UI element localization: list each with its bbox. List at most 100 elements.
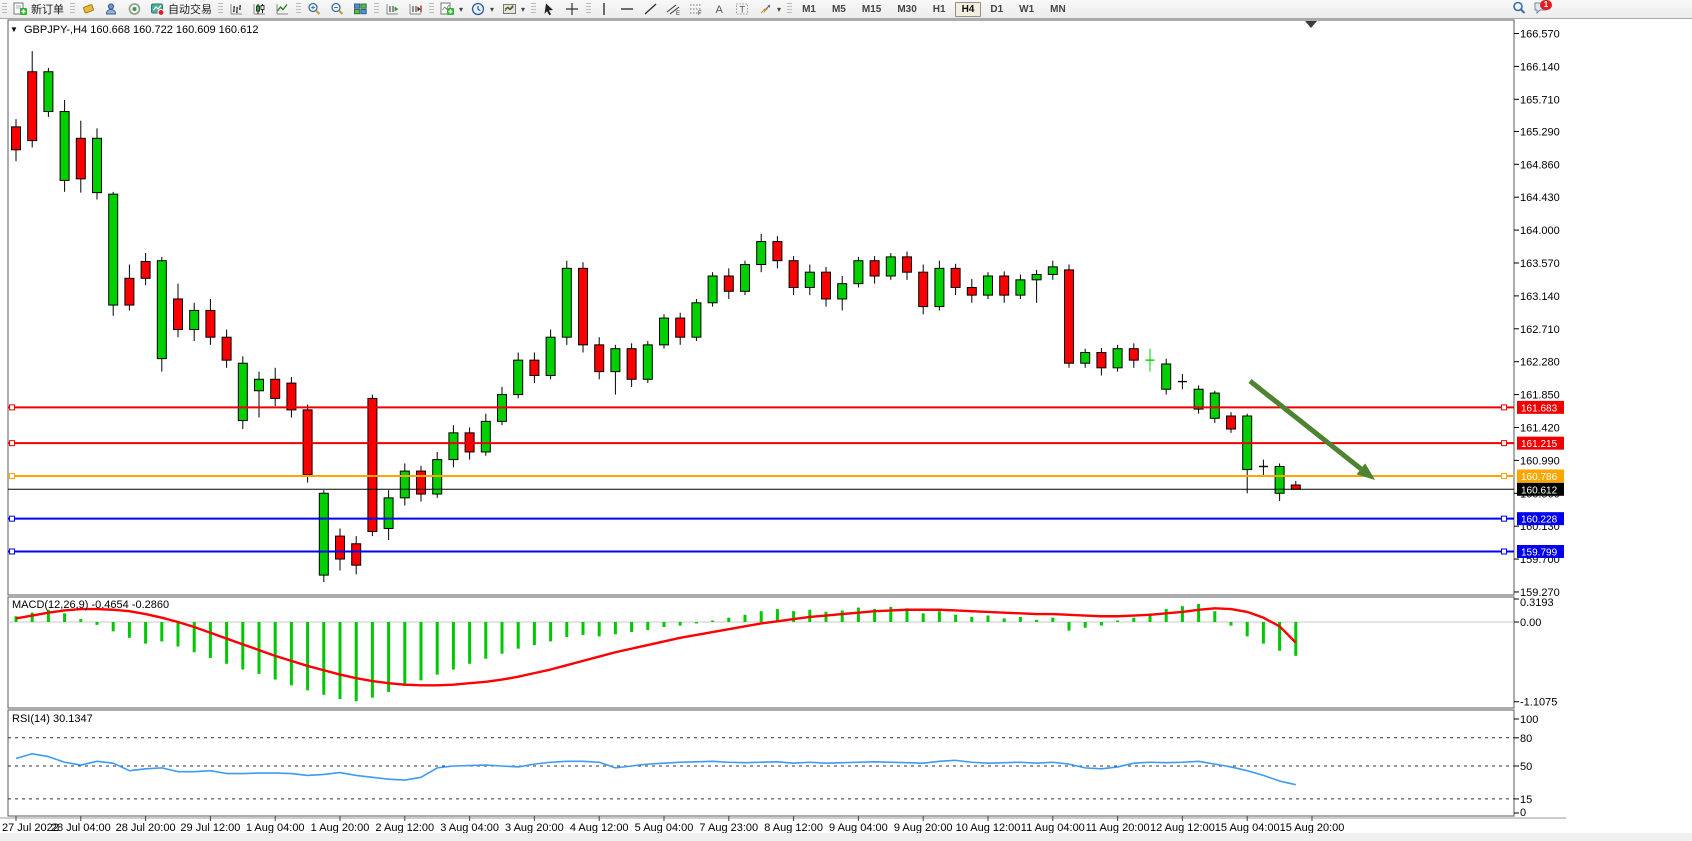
time-tick-label: 28 Jul 20:00 (116, 822, 176, 834)
bear-candle (417, 471, 426, 494)
arrows-button[interactable]: ▾ (754, 0, 785, 18)
bear-candle (530, 360, 539, 375)
bull-candle (93, 138, 102, 192)
channel-button[interactable]: E (662, 0, 685, 18)
bull-candle (238, 363, 247, 420)
price-tick-label: 164.860 (1520, 159, 1560, 171)
cursor-icon (542, 2, 557, 16)
bull-candle (514, 360, 523, 394)
zoom-in-button[interactable] (303, 0, 326, 18)
bull-candle (1032, 274, 1041, 279)
timeframe-button-m15[interactable]: M15 (855, 2, 888, 17)
trendline-icon (643, 2, 658, 16)
toolbar-grip[interactable] (374, 3, 379, 15)
bull-candle (1162, 364, 1171, 389)
search-icon[interactable] (1512, 1, 1527, 18)
toolbar-grip[interactable] (787, 3, 792, 15)
line-handle[interactable] (10, 473, 15, 478)
chart-menu-triangle-icon[interactable]: ▼ (10, 25, 18, 34)
cursor-button[interactable] (538, 0, 561, 18)
periods-icon (471, 2, 486, 16)
new-order-button[interactable]: 新订单 (9, 0, 68, 18)
toolbar-grip[interactable] (531, 3, 536, 15)
toolbar-grip[interactable] (70, 3, 75, 15)
chart-window[interactable]: 166.570166.140165.710165.290164.860164.4… (0, 0, 1692, 841)
macd-label: MACD(12,26,9) -0.4654 -0.2860 (12, 599, 169, 611)
periods-button[interactable]: ▾ (467, 0, 498, 18)
bear-candle (141, 261, 150, 278)
line-handle[interactable] (10, 441, 15, 446)
time-tick-label: 8 Aug 12:00 (764, 822, 823, 834)
rsi-scale-label: 0 (1520, 807, 1526, 819)
chevron-down-icon[interactable]: ▾ (521, 5, 525, 14)
price-tick-label: 164.000 (1520, 225, 1560, 237)
crosshair-button[interactable] (561, 0, 584, 18)
horizontal-line-button[interactable] (616, 0, 639, 18)
label-button[interactable]: T (731, 0, 754, 18)
timeframe-button-h4[interactable]: H4 (955, 2, 982, 17)
timeframe-button-m30[interactable]: M30 (890, 2, 923, 17)
vertical-line-icon (597, 2, 612, 16)
toolbar-grip[interactable] (429, 3, 434, 15)
time-tick-label: 4 Aug 12:00 (570, 822, 629, 834)
line-handle[interactable] (1502, 441, 1507, 446)
profile-button[interactable] (100, 0, 123, 18)
text-button[interactable]: A (708, 0, 731, 18)
bull-candle (1194, 389, 1203, 409)
timeframe-button-m5[interactable]: M5 (825, 2, 853, 17)
line-handle[interactable] (1502, 473, 1507, 478)
toolbar-grip[interactable] (218, 3, 223, 15)
fibonacci-button[interactable]: F (685, 0, 708, 18)
tile-windows-button[interactable] (349, 0, 372, 18)
main-pane[interactable] (8, 20, 1514, 595)
bull-candle (643, 345, 652, 379)
rsi-scale-label: 15 (1520, 794, 1532, 806)
line-handle[interactable] (10, 405, 15, 410)
bear-candle (903, 257, 912, 272)
line-handle[interactable] (1502, 516, 1507, 521)
bottom-strip (0, 833, 1692, 841)
chevron-down-icon[interactable]: ▾ (459, 5, 463, 14)
bar-chart-button[interactable] (225, 0, 248, 18)
line-handle[interactable] (10, 516, 15, 521)
vertical-line-button[interactable] (593, 0, 616, 18)
notifications-icon[interactable]: 1 (1533, 1, 1548, 18)
toolbar-grip[interactable] (586, 3, 591, 15)
toolbar-grip[interactable] (296, 3, 301, 15)
timeframe-button-w1[interactable]: W1 (1012, 2, 1041, 17)
timeframe-button-d1[interactable]: D1 (983, 2, 1010, 17)
styles-button[interactable] (77, 0, 100, 18)
indicators-button[interactable]: ▾ (436, 0, 467, 18)
candlestick-button[interactable] (248, 0, 271, 18)
time-axis[interactable]: 27 Jul 202228 Jul 04:0028 Jul 20:0029 Ju… (0, 816, 1692, 841)
price-badge-label: 160.612 (1521, 485, 1558, 496)
bear-candle (967, 287, 976, 295)
chart-shift-button[interactable] (404, 0, 427, 18)
autotrade-button[interactable]: 自动交易 (146, 0, 216, 18)
timeframe-button-mn[interactable]: MN (1043, 2, 1073, 17)
bear-candle (789, 261, 798, 288)
line-handle[interactable] (1502, 549, 1507, 554)
sound-button[interactable] (123, 0, 146, 18)
svg-text:A: A (716, 4, 724, 16)
time-tick-label: 28 Jul 04:00 (51, 822, 111, 834)
autotrade-button-label: 自动交易 (168, 1, 212, 17)
trendline-button[interactable] (639, 0, 662, 18)
toolbar-grip[interactable] (2, 3, 7, 15)
bull-candle (1016, 280, 1025, 295)
templates-button[interactable]: ▾ (498, 0, 529, 18)
auto-scroll-button[interactable] (381, 0, 404, 18)
zoom-out-icon (330, 2, 345, 16)
price-tick-label: 163.140 (1520, 291, 1560, 303)
bull-candle (546, 337, 555, 375)
price-axis[interactable]: 166.570166.140165.710165.290164.860164.4… (1514, 29, 1560, 820)
timeframe-button-m1[interactable]: M1 (795, 2, 823, 17)
new-order-icon (13, 2, 28, 16)
line-chart-button[interactable] (271, 0, 294, 18)
chevron-down-icon[interactable]: ▾ (777, 5, 781, 14)
zoom-out-button[interactable] (326, 0, 349, 18)
line-handle[interactable] (1502, 405, 1507, 410)
line-handle[interactable] (10, 549, 15, 554)
chevron-down-icon[interactable]: ▾ (490, 5, 494, 14)
timeframe-button-h1[interactable]: H1 (926, 2, 953, 17)
